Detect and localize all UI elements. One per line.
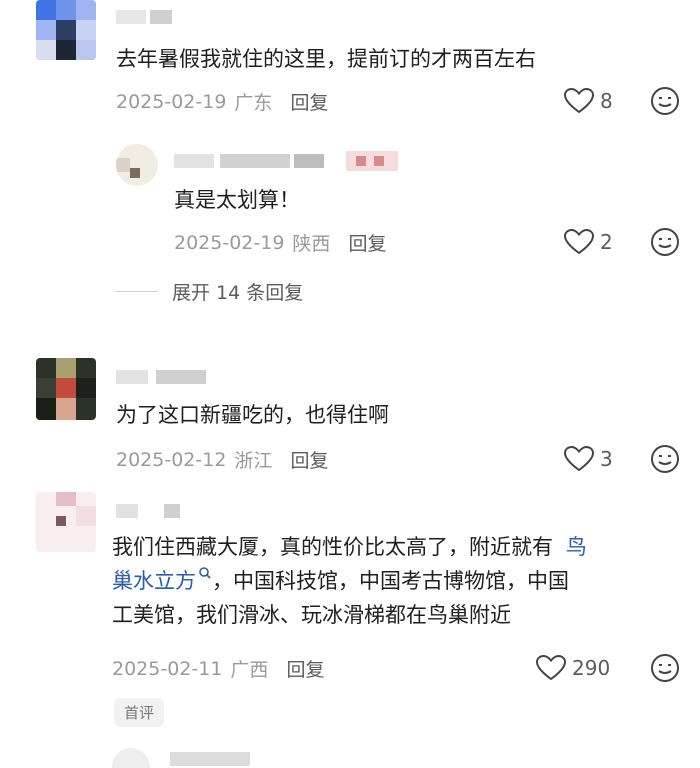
reply-button[interactable]: 回复 bbox=[348, 229, 386, 256]
avatar[interactable] bbox=[36, 0, 96, 60]
username-blurred[interactable] bbox=[116, 10, 176, 24]
username-blurred[interactable] bbox=[170, 752, 250, 766]
avatar[interactable] bbox=[36, 492, 96, 552]
comment-region: 广西 bbox=[230, 659, 269, 681]
search-link-text: 鸟 bbox=[565, 535, 587, 559]
comment-region: 广东 bbox=[234, 92, 273, 114]
like-count: 290 bbox=[572, 656, 611, 680]
search-icon bbox=[199, 567, 211, 579]
reply-meta: 2025-02-19 陕西 回复 bbox=[174, 229, 386, 256]
search-link[interactable]: 巢水立方 bbox=[112, 567, 212, 593]
emoji-icon[interactable] bbox=[650, 653, 680, 687]
first-comment-badge: 首评 bbox=[114, 698, 165, 727]
comment-text-line: 我们住西藏大厦，真的性价比太高了，附近就有 鸟 bbox=[112, 530, 692, 564]
heart-icon bbox=[564, 88, 594, 114]
heart-icon bbox=[564, 446, 594, 472]
comment-meta: 2025-02-19 广东 回复 bbox=[116, 88, 328, 115]
like-count: 8 bbox=[600, 89, 613, 113]
comment-text: 我们住西藏大厦，真的性价比太高了，附近就有 鸟 巢水立方 ，中国科技馆，中国考古博… bbox=[112, 530, 692, 632]
comment-text-line: 巢水立方 ，中国科技馆，中国考古博物馆，中国 bbox=[112, 564, 692, 598]
emoji-icon[interactable] bbox=[650, 227, 680, 261]
comment-text-segment: 我们住西藏大厦，真的性价比太高了，附近就有 bbox=[112, 535, 553, 559]
comment-text: 为了这口新疆吃的，也得住啊 bbox=[116, 403, 389, 427]
avatar[interactable] bbox=[36, 358, 96, 420]
emoji-icon[interactable] bbox=[650, 86, 680, 120]
like-button[interactable]: 3 bbox=[564, 446, 613, 472]
like-button[interactable]: 2 bbox=[564, 229, 613, 255]
username-blurred[interactable] bbox=[116, 504, 186, 518]
reply-text: 真是太划算！ bbox=[174, 188, 300, 212]
comment-date: 2025-02-19 bbox=[116, 90, 227, 113]
reply-region: 陕西 bbox=[292, 233, 331, 255]
comment-date: 2025-02-12 bbox=[116, 448, 227, 471]
search-link[interactable]: 鸟 bbox=[566, 535, 587, 559]
comment-text-segment: ，中国科技馆，中国考古博物馆，中国 bbox=[212, 569, 569, 593]
username-blurred[interactable] bbox=[174, 151, 404, 171]
expand-replies-button[interactable]: 展开 14 条回复 bbox=[116, 278, 303, 305]
divider bbox=[116, 291, 158, 292]
username-blurred[interactable] bbox=[116, 370, 216, 384]
like-button[interactable]: 290 bbox=[536, 655, 610, 681]
like-button[interactable]: 8 bbox=[564, 88, 613, 114]
comment-meta: 2025-02-12 浙江 回复 bbox=[116, 446, 328, 473]
heart-icon bbox=[564, 229, 594, 255]
reply-button[interactable]: 回复 bbox=[286, 655, 324, 682]
avatar[interactable] bbox=[112, 748, 150, 768]
reply-button[interactable]: 回复 bbox=[290, 446, 328, 473]
avatar[interactable] bbox=[116, 144, 158, 186]
like-count: 3 bbox=[600, 447, 613, 471]
search-link-text: 巢水立方 bbox=[112, 569, 196, 593]
expand-label: 展开 14 条回复 bbox=[172, 282, 304, 304]
comment-meta: 2025-02-11 广西 回复 bbox=[112, 655, 324, 682]
comment-date: 2025-02-11 bbox=[112, 657, 223, 680]
comment-text-line: 工美馆，我们滑冰、玩冰滑梯都在鸟巢附近 bbox=[112, 603, 511, 627]
emoji-icon[interactable] bbox=[650, 444, 680, 478]
reply-button[interactable]: 回复 bbox=[290, 88, 328, 115]
comment-region: 浙江 bbox=[234, 450, 273, 472]
heart-icon bbox=[536, 655, 566, 681]
comment-text: 去年暑假我就住的这里，提前订的才两百左右 bbox=[116, 47, 536, 71]
reply-date: 2025-02-19 bbox=[174, 231, 285, 254]
like-count: 2 bbox=[600, 230, 613, 254]
